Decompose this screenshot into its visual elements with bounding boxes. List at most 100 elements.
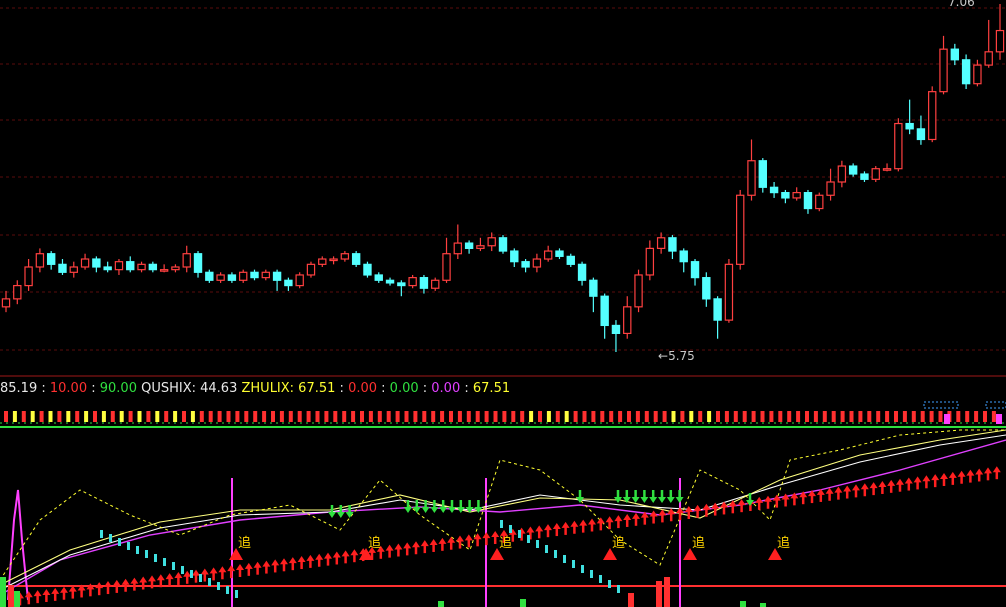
signal-tick: [733, 411, 738, 422]
candle: [397, 280, 406, 297]
signal-tick: [217, 411, 222, 422]
volume-bar: [438, 601, 444, 607]
signal-tick: [520, 411, 525, 422]
indicator-panel: 追追追追追追: [0, 401, 1006, 607]
red-arrow-head: [271, 559, 280, 566]
signal-tick: [849, 411, 854, 422]
candle-body: [340, 253, 350, 260]
red-arrow-head: [755, 496, 764, 503]
red-arrow-head: [561, 521, 570, 528]
candle: [555, 248, 564, 260]
candle-body: [250, 271, 259, 279]
red-arrow-head: [887, 479, 896, 486]
candle-body: [916, 128, 926, 141]
signal-tick: [466, 411, 471, 422]
signal-tick: [742, 411, 747, 422]
indicator-token-8: 0.00: [348, 381, 377, 396]
price-top-label: 7.06: [948, 0, 975, 9]
red-arrow-head: [306, 554, 315, 561]
red-arrow-head: [429, 538, 438, 545]
candle-body: [498, 237, 508, 252]
candle: [419, 274, 429, 294]
red-arrow-head: [860, 483, 869, 490]
red-arrow-head: [852, 484, 860, 491]
signal-tick: [983, 411, 987, 422]
signal-tick: [822, 411, 827, 422]
red-arrow-head: [200, 568, 209, 575]
cyan-step: [226, 586, 229, 594]
candle-body: [329, 258, 338, 262]
candle: [543, 245, 553, 262]
signal-tick: [431, 411, 436, 422]
candle-body: [239, 271, 248, 281]
candle-body: [419, 277, 429, 289]
cyan-step: [181, 566, 184, 574]
candle-body: [284, 279, 293, 287]
candle: [159, 264, 169, 273]
red-arrow-head: [420, 540, 429, 547]
price-grid: [0, 7, 1006, 351]
zhui-signal: 追: [238, 535, 251, 551]
signal-tick: [315, 411, 320, 422]
candle-body: [566, 255, 575, 265]
red-arrow-head: [966, 469, 975, 476]
signal-tick: [538, 411, 542, 422]
signal-tick: [573, 411, 578, 422]
candle-body: [159, 269, 169, 272]
cyan-step: [554, 550, 557, 558]
green-arrow-head: [439, 507, 448, 513]
green-arrow-head: [675, 497, 684, 503]
candle-body: [385, 279, 395, 284]
candle: [329, 256, 338, 265]
candle: [431, 277, 440, 291]
signal-tick: [155, 411, 160, 422]
candle: [939, 35, 948, 95]
signal-tick: [902, 411, 907, 422]
cyan-step: [199, 574, 202, 582]
candle-body: [623, 306, 632, 335]
yellow-curve: [0, 429, 1006, 586]
signal-tick: [929, 411, 934, 422]
candle: [510, 248, 519, 267]
candle-body: [374, 274, 383, 281]
candle: [803, 189, 813, 214]
candle: [668, 235, 677, 260]
cyan-step: [145, 550, 148, 558]
signal-tick: [680, 411, 685, 422]
stock-chart: 7.06 ←5.75 财 港 增 85.19 : 10.00 : 90.00 Q…: [0, 0, 1006, 607]
candle-body: [871, 168, 880, 180]
red-arrow-head: [227, 565, 236, 572]
signal-tick: [48, 411, 53, 422]
cyan-step: [208, 578, 211, 586]
candle: [758, 158, 767, 193]
candle-body: [543, 250, 553, 260]
signal-tick: [422, 411, 427, 422]
candle-body: [781, 192, 790, 199]
cyan-step: [118, 538, 121, 546]
red-arrow-head: [984, 467, 992, 474]
candle: [182, 245, 191, 273]
signal-tick: [30, 411, 35, 422]
signal-tick: [235, 411, 240, 422]
red-arrow-head: [447, 536, 456, 543]
volume-bar: [656, 581, 662, 607]
green-arrow-head: [649, 497, 658, 503]
red-arrow-head: [262, 560, 271, 567]
candle: [961, 54, 971, 90]
magenta-spike: [7, 489, 29, 601]
cyan-step: [509, 525, 512, 533]
candle: [114, 259, 124, 275]
candle: [781, 189, 790, 204]
cyan-step: [136, 546, 139, 554]
candle: [351, 251, 361, 267]
red-arrow-head: [570, 520, 579, 527]
candle: [713, 296, 722, 339]
red-arrow-head: [957, 470, 966, 477]
candle: [453, 224, 463, 260]
signal-tick: [778, 411, 783, 422]
volume-bar: [520, 599, 526, 607]
volume-bar: [8, 585, 14, 607]
red-arrow-head: [121, 578, 130, 585]
indicator-values: 85.19 : 10.00 : 90.00 QUSHIX: 44.63 ZHUL…: [0, 381, 510, 396]
candle: [882, 163, 892, 172]
